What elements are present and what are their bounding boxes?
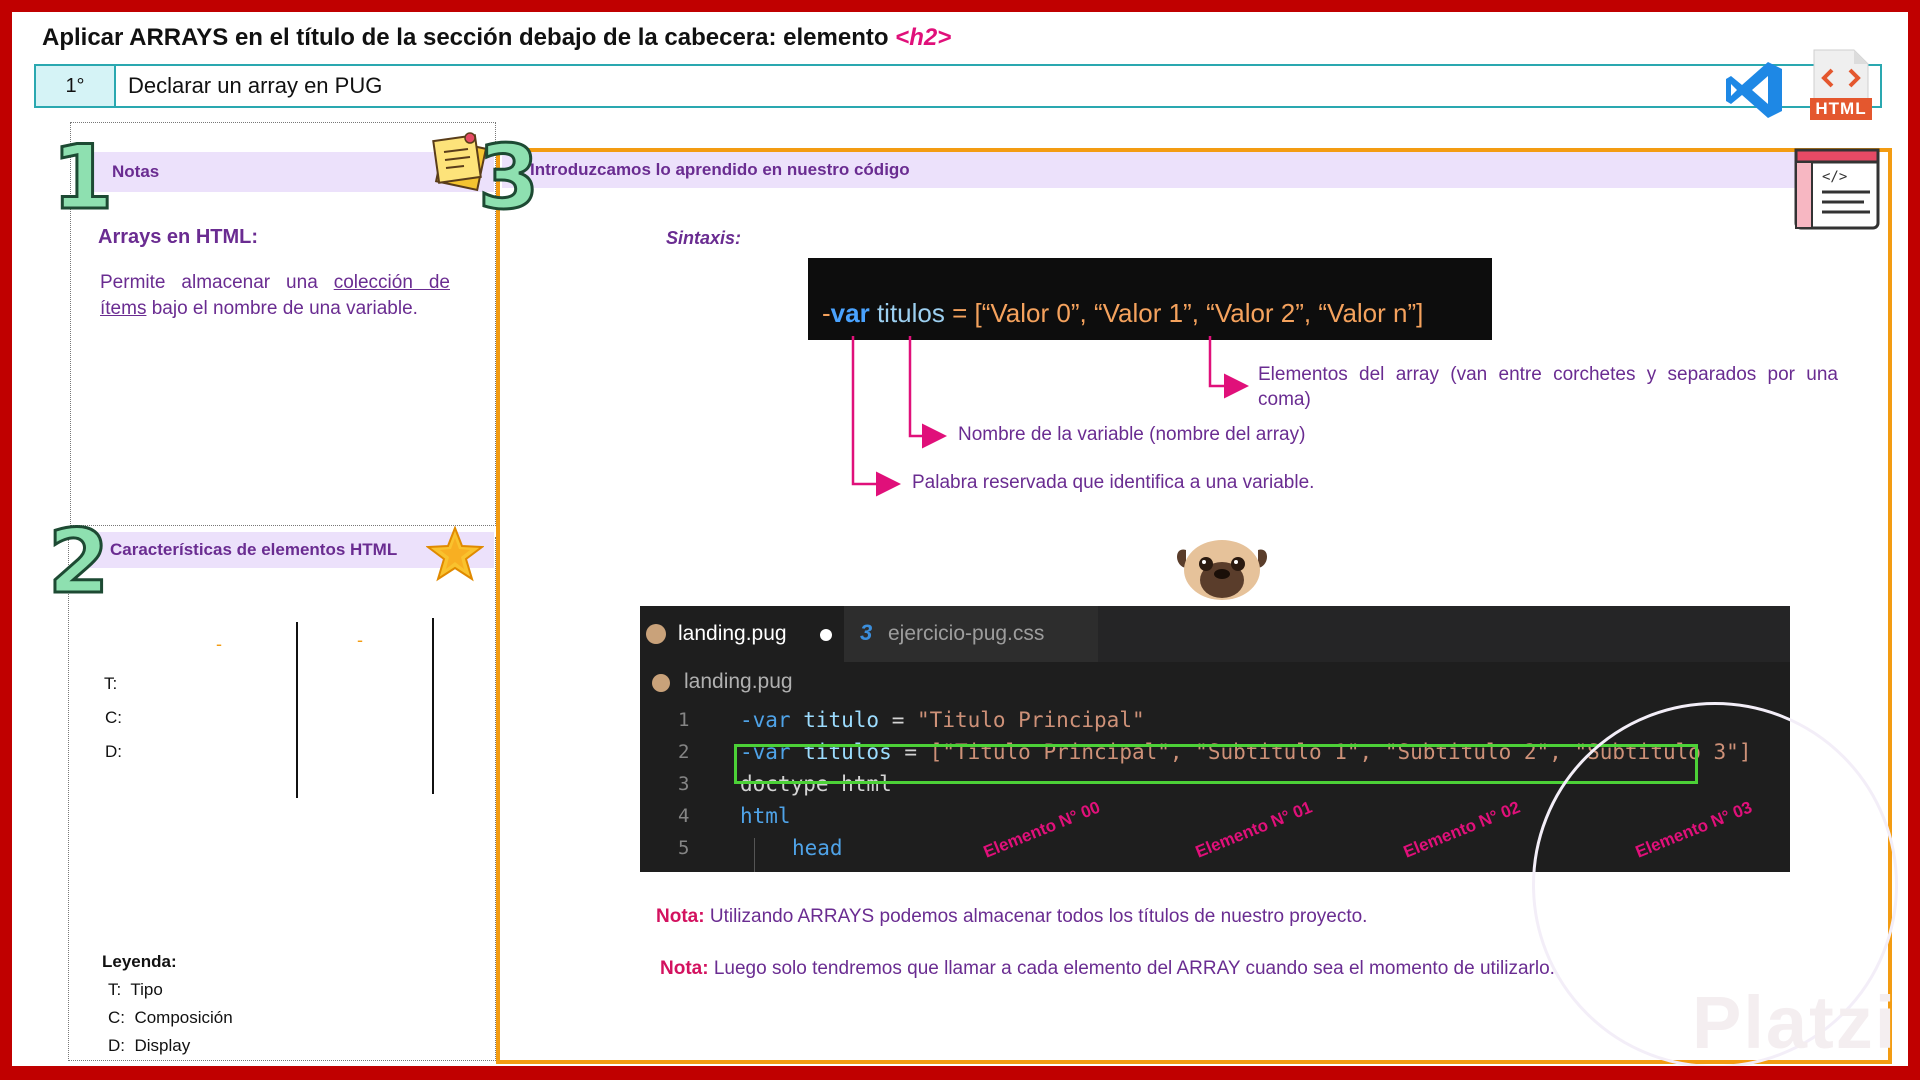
code-line-1: -var titulo = "Titulo Principal" bbox=[740, 708, 1145, 732]
tab-landing-pug[interactable]: landing.pug bbox=[640, 606, 844, 662]
indent-guide bbox=[754, 838, 755, 872]
css-file-icon: 3 bbox=[860, 620, 873, 645]
pug-icon bbox=[1177, 540, 1267, 600]
unsaved-dot-icon bbox=[820, 629, 832, 641]
note-1: Nota: Utilizando ARRAYS podemos almacena… bbox=[656, 906, 1368, 927]
array-highlight bbox=[734, 744, 1698, 784]
annotation-reserved-word: Palabra reservada que identifica a una v… bbox=[912, 472, 1315, 493]
pug-file-icon bbox=[646, 624, 666, 644]
platzi-watermark: Platzi bbox=[1692, 981, 1898, 1064]
slide: Aplicar ARRAYS en el título de la secció… bbox=[12, 12, 1908, 1066]
tab-ejercicio-css[interactable]: 3 ejercicio-pug.css bbox=[844, 606, 1098, 662]
note-2: Nota: Luego solo tendremos que llamar a … bbox=[660, 958, 1555, 979]
pug-file-icon bbox=[652, 674, 670, 692]
line-numbers: 1 2 3 4 5 bbox=[678, 709, 690, 859]
annotation-variable-name: Nombre de la variable (nombre del array) bbox=[958, 424, 1306, 445]
annotation-elements: Elementos del array (van entre corchetes… bbox=[1258, 364, 1838, 410]
